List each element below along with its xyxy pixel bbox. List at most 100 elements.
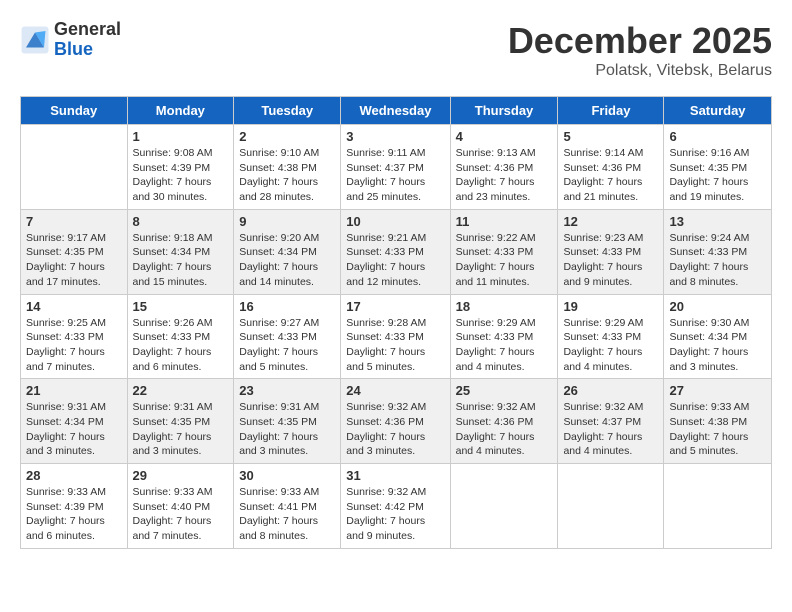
day-info: Sunrise: 9:31 AM Sunset: 4:34 PM Dayligh… [26,400,122,459]
calendar-header-row: SundayMondayTuesdayWednesdayThursdayFrid… [21,97,772,125]
calendar-cell: 17 Sunrise: 9:28 AM Sunset: 4:33 PM Dayli… [341,294,450,379]
day-info: Sunrise: 9:32 AM Sunset: 4:36 PM Dayligh… [346,400,444,459]
calendar-cell: 19 Sunrise: 9:29 AM Sunset: 4:33 PM Dayli… [558,294,664,379]
calendar-cell: 14 Sunrise: 9:25 AM Sunset: 4:33 PM Dayli… [21,294,128,379]
day-info: Sunrise: 9:16 AM Sunset: 4:35 PM Dayligh… [669,146,766,205]
calendar-cell [450,464,558,549]
day-number: 8 [133,214,229,229]
day-of-week-header: Monday [127,97,234,125]
day-info: Sunrise: 9:33 AM Sunset: 4:38 PM Dayligh… [669,400,766,459]
day-info: Sunrise: 9:18 AM Sunset: 4:34 PM Dayligh… [133,231,229,290]
day-number: 18 [456,299,553,314]
calendar-cell: 2 Sunrise: 9:10 AM Sunset: 4:38 PM Daylig… [234,125,341,210]
calendar-cell: 10 Sunrise: 9:21 AM Sunset: 4:33 PM Dayli… [341,209,450,294]
day-info: Sunrise: 9:14 AM Sunset: 4:36 PM Dayligh… [563,146,658,205]
day-of-week-header: Wednesday [341,97,450,125]
day-number: 27 [669,383,766,398]
calendar-cell: 11Sunrise: 9:22 AM Sunset: 4:33 PM Dayli… [450,209,558,294]
day-info: Sunrise: 9:21 AM Sunset: 4:33 PM Dayligh… [346,231,444,290]
logo-text: General Blue [54,20,121,60]
day-number: 3 [346,129,444,144]
calendar-cell: 15Sunrise: 9:26 AM Sunset: 4:33 PM Dayli… [127,294,234,379]
day-number: 4 [456,129,553,144]
day-info: Sunrise: 9:33 AM Sunset: 4:39 PM Dayligh… [26,485,122,544]
calendar-cell: 24 Sunrise: 9:32 AM Sunset: 4:36 PM Dayli… [341,379,450,464]
calendar-cell: 31 Sunrise: 9:32 AM Sunset: 4:42 PM Dayli… [341,464,450,549]
day-info: Sunrise: 9:31 AM Sunset: 4:35 PM Dayligh… [239,400,335,459]
day-number: 6 [669,129,766,144]
day-number: 17 [346,299,444,314]
calendar-cell: 4Sunrise: 9:13 AM Sunset: 4:36 PM Daylig… [450,125,558,210]
day-number: 10 [346,214,444,229]
logo-general: General [54,20,121,40]
calendar-cell: 29 Sunrise: 9:33 AM Sunset: 4:40 PM Dayli… [127,464,234,549]
day-number: 23 [239,383,335,398]
day-info: Sunrise: 9:32 AM Sunset: 4:36 PM Dayligh… [456,400,553,459]
calendar-cell: 9 Sunrise: 9:20 AM Sunset: 4:34 PM Daylig… [234,209,341,294]
day-number: 25 [456,383,553,398]
calendar-cell: 25 Sunrise: 9:32 AM Sunset: 4:36 PM Dayli… [450,379,558,464]
calendar-cell: 18 Sunrise: 9:29 AM Sunset: 4:33 PM Dayli… [450,294,558,379]
calendar-cell [664,464,772,549]
day-number: 29 [133,468,229,483]
calendar-cell: 5 Sunrise: 9:14 AM Sunset: 4:36 PM Daylig… [558,125,664,210]
calendar-table: SundayMondayTuesdayWednesdayThursdayFrid… [20,96,772,549]
day-number: 9 [239,214,335,229]
day-number: 13 [669,214,766,229]
day-info: Sunrise: 9:22 AM Sunset: 4:33 PM Dayligh… [456,231,553,290]
day-of-week-header: Sunday [21,97,128,125]
calendar-cell: 26 Sunrise: 9:32 AM Sunset: 4:37 PM Dayli… [558,379,664,464]
page-header: General Blue December 2025 Polatsk, Vite… [20,20,772,80]
logo-icon [20,25,50,55]
calendar-cell: 27 Sunrise: 9:33 AM Sunset: 4:38 PM Dayli… [664,379,772,464]
calendar-week-row: 21 Sunrise: 9:31 AM Sunset: 4:34 PM Dayli… [21,379,772,464]
day-info: Sunrise: 9:31 AM Sunset: 4:35 PM Dayligh… [133,400,229,459]
calendar-cell: 7Sunrise: 9:17 AM Sunset: 4:35 PM Daylig… [21,209,128,294]
day-number: 20 [669,299,766,314]
day-number: 31 [346,468,444,483]
day-number: 30 [239,468,335,483]
day-of-week-header: Thursday [450,97,558,125]
day-info: Sunrise: 9:33 AM Sunset: 4:40 PM Dayligh… [133,485,229,544]
day-number: 28 [26,468,122,483]
calendar-cell: 6 Sunrise: 9:16 AM Sunset: 4:35 PM Daylig… [664,125,772,210]
day-info: Sunrise: 9:23 AM Sunset: 4:33 PM Dayligh… [563,231,658,290]
day-of-week-header: Tuesday [234,97,341,125]
calendar-cell: 12 Sunrise: 9:23 AM Sunset: 4:33 PM Dayli… [558,209,664,294]
day-info: Sunrise: 9:33 AM Sunset: 4:41 PM Dayligh… [239,485,335,544]
day-number: 12 [563,214,658,229]
day-info: Sunrise: 9:32 AM Sunset: 4:42 PM Dayligh… [346,485,444,544]
day-info: Sunrise: 9:26 AM Sunset: 4:33 PM Dayligh… [133,316,229,375]
day-info: Sunrise: 9:29 AM Sunset: 4:33 PM Dayligh… [456,316,553,375]
day-number: 14 [26,299,122,314]
logo-blue: Blue [54,40,121,60]
calendar-cell: 30 Sunrise: 9:33 AM Sunset: 4:41 PM Dayli… [234,464,341,549]
day-info: Sunrise: 9:29 AM Sunset: 4:33 PM Dayligh… [563,316,658,375]
day-info: Sunrise: 9:08 AM Sunset: 4:39 PM Dayligh… [133,146,229,205]
day-of-week-header: Friday [558,97,664,125]
logo: General Blue [20,20,121,60]
day-number: 24 [346,383,444,398]
day-info: Sunrise: 9:27 AM Sunset: 4:33 PM Dayligh… [239,316,335,375]
day-of-week-header: Saturday [664,97,772,125]
day-number: 5 [563,129,658,144]
day-number: 21 [26,383,122,398]
day-info: Sunrise: 9:25 AM Sunset: 4:33 PM Dayligh… [26,316,122,375]
day-info: Sunrise: 9:17 AM Sunset: 4:35 PM Dayligh… [26,231,122,290]
calendar-week-row: 28 Sunrise: 9:33 AM Sunset: 4:39 PM Dayli… [21,464,772,549]
day-info: Sunrise: 9:10 AM Sunset: 4:38 PM Dayligh… [239,146,335,205]
day-number: 2 [239,129,335,144]
calendar-cell: 16Sunrise: 9:27 AM Sunset: 4:33 PM Dayli… [234,294,341,379]
day-number: 19 [563,299,658,314]
day-info: Sunrise: 9:20 AM Sunset: 4:34 PM Dayligh… [239,231,335,290]
calendar-cell: 8 Sunrise: 9:18 AM Sunset: 4:34 PM Daylig… [127,209,234,294]
day-info: Sunrise: 9:28 AM Sunset: 4:33 PM Dayligh… [346,316,444,375]
day-number: 26 [563,383,658,398]
day-number: 22 [133,383,229,398]
calendar-cell [558,464,664,549]
calendar-cell [21,125,128,210]
day-info: Sunrise: 9:32 AM Sunset: 4:37 PM Dayligh… [563,400,658,459]
day-info: Sunrise: 9:30 AM Sunset: 4:34 PM Dayligh… [669,316,766,375]
calendar-cell: 3Sunrise: 9:11 AM Sunset: 4:37 PM Daylig… [341,125,450,210]
calendar-cell: 22 Sunrise: 9:31 AM Sunset: 4:35 PM Dayli… [127,379,234,464]
